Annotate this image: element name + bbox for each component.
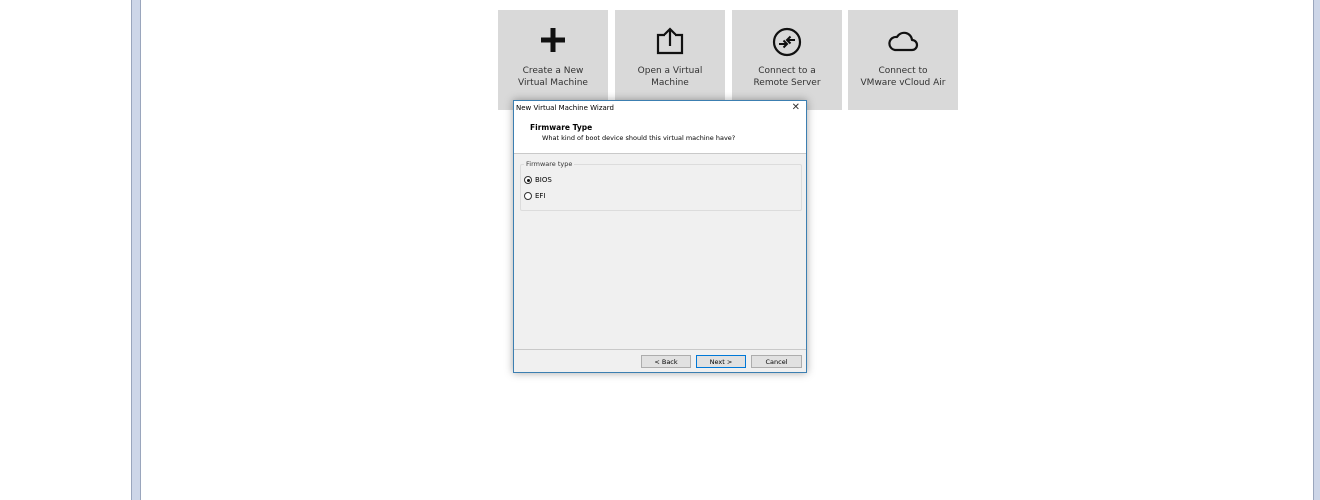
efi-radio[interactable]: EFI: [524, 192, 546, 200]
radio-unselected-icon: [524, 192, 532, 200]
close-icon[interactable]: ✕: [792, 102, 800, 113]
wizard-step-title: Firmware Type: [530, 123, 593, 132]
plus-icon: [498, 26, 608, 58]
firmware-type-group: [520, 164, 802, 211]
vcloud-air-label: Connect to VMware vCloud Air: [860, 66, 946, 88]
bios-radio[interactable]: BIOS: [524, 176, 552, 184]
next-button[interactable]: Next >: [696, 355, 746, 368]
firmware-type-group-label: Firmware type: [524, 160, 575, 168]
new-vm-wizard-dialog: New Virtual Machine Wizard ✕ Firmware Ty…: [513, 100, 807, 373]
remote-server-tile[interactable]: Connect to a Remote Server: [732, 10, 842, 110]
remote-server-icon: [732, 26, 842, 58]
remote-server-label: Connect to a Remote Server: [753, 66, 821, 88]
create-vm-tile[interactable]: Create a New Virtual Machine: [498, 10, 608, 110]
panel-splitter[interactable]: [132, 0, 141, 500]
dialog-titlebar[interactable]: New Virtual Machine Wizard ✕: [514, 101, 806, 115]
create-vm-label: Create a New Virtual Machine: [518, 66, 588, 88]
efi-radio-label: EFI: [535, 192, 546, 200]
radio-selected-icon: [524, 176, 532, 184]
wizard-step-subtitle: What kind of boot device should this vir…: [542, 134, 736, 142]
bios-radio-label: BIOS: [535, 176, 552, 184]
open-vm-icon: [615, 26, 725, 58]
open-vm-label: Open a Virtual Machine: [637, 66, 703, 88]
vcloud-air-tile[interactable]: Connect to VMware vCloud Air: [848, 10, 958, 110]
window-edge: [1314, 0, 1320, 500]
wizard-header: Firmware Type What kind of boot device s…: [514, 115, 806, 154]
cloud-icon: [848, 26, 958, 58]
cancel-button[interactable]: Cancel: [751, 355, 802, 368]
footer-divider: [514, 349, 806, 350]
dialog-title: New Virtual Machine Wizard: [516, 104, 614, 112]
library-panel: [0, 0, 132, 500]
back-button[interactable]: < Back: [641, 355, 691, 368]
open-vm-tile[interactable]: Open a Virtual Machine: [615, 10, 725, 110]
